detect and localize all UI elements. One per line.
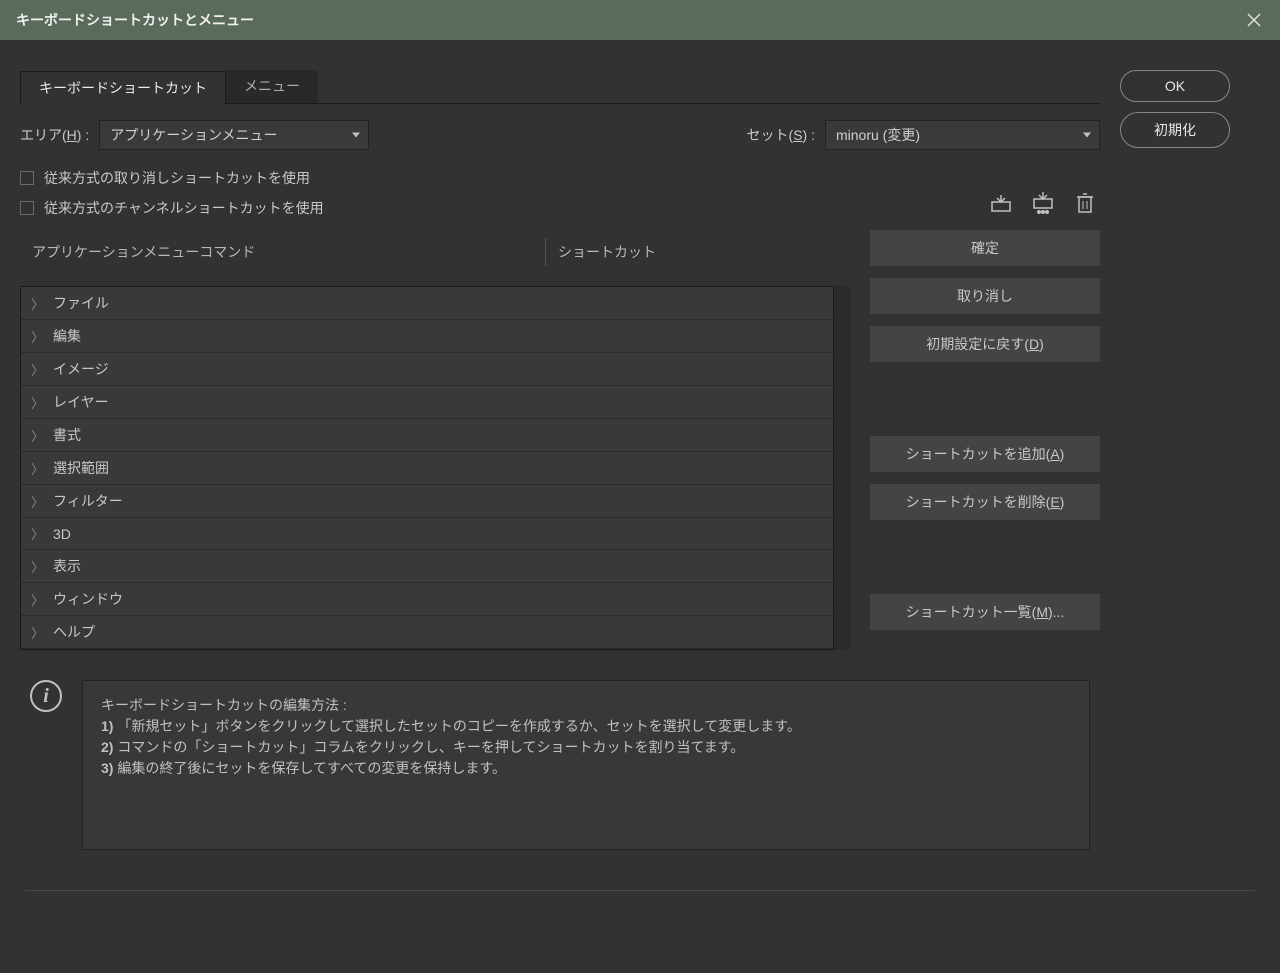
tree-row-type[interactable]: 〉書式 (21, 419, 833, 452)
shortcut-summary-button[interactable]: ショートカット一覧(M)... (870, 594, 1100, 630)
tree-row-edit[interactable]: 〉編集 (21, 320, 833, 353)
chevron-right-icon: 〉 (31, 623, 45, 642)
area-select[interactable]: アプリケーションメニュー (99, 120, 369, 150)
tree-row-select[interactable]: 〉選択範囲 (21, 452, 833, 485)
tree-row-file[interactable]: 〉ファイル (21, 287, 833, 320)
scrollbar[interactable] (834, 286, 850, 650)
ok-button[interactable]: OK (1120, 70, 1230, 102)
tree-row-layer[interactable]: 〉レイヤー (21, 386, 833, 419)
cancel-button[interactable]: 取り消し (870, 278, 1100, 314)
delete-set-icon[interactable] (1074, 192, 1096, 214)
set-label: セット(S) : (747, 125, 815, 145)
defaults-button[interactable]: 初期設定に戻す(D) (870, 326, 1100, 362)
set-select[interactable]: minoru (変更) (825, 120, 1100, 150)
area-label: エリア(H) : (20, 125, 89, 145)
footer-separator (25, 890, 1255, 891)
save-as-set-icon[interactable] (990, 192, 1012, 214)
reset-button[interactable]: 初期化 (1120, 112, 1230, 148)
add-shortcut-button[interactable]: ショートカットを追加(A) (870, 436, 1100, 472)
confirm-button[interactable]: 確定 (870, 230, 1100, 266)
chevron-right-icon: 〉 (31, 360, 45, 379)
command-tree: 〉ファイル 〉編集 〉イメージ 〉レイヤー 〉書式 〉選択範囲 〉フィルター 〉… (20, 286, 834, 650)
save-set-icon[interactable] (1032, 192, 1054, 214)
chevron-right-icon: 〉 (31, 393, 45, 412)
tree-row-window[interactable]: 〉ウィンドウ (21, 583, 833, 616)
checkbox-undo[interactable] (20, 171, 34, 185)
tree-row-view[interactable]: 〉表示 (21, 550, 833, 583)
table-header: アプリケーションメニューコマンド ショートカット (20, 230, 850, 274)
tree-row-image[interactable]: 〉イメージ (21, 353, 833, 386)
titlebar: キーボードショートカットとメニュー (0, 0, 1280, 40)
tab-menus[interactable]: メニュー (226, 70, 318, 103)
chevron-right-icon: 〉 (31, 557, 45, 576)
main-area: キーボードショートカット メニュー エリア(H) : アプリケーションメニュー … (0, 40, 1280, 870)
info-text: キーボードショートカットの編集方法 : 1) 「新規セット」ボタンをクリックして… (82, 680, 1090, 850)
checkbox-undo-label: 従来方式の取り消しショートカットを使用 (44, 168, 310, 188)
chevron-right-icon: 〉 (31, 459, 45, 478)
tree-row-3d[interactable]: 〉3D (21, 518, 833, 550)
info-icon: i (30, 680, 62, 712)
window-title: キーボードショートカットとメニュー (16, 10, 254, 30)
delete-shortcut-button[interactable]: ショートカットを削除(E) (870, 484, 1100, 520)
checkbox-channel-label: 従来方式のチャンネルショートカットを使用 (44, 198, 324, 218)
tree-row-filter[interactable]: 〉フィルター (21, 485, 833, 518)
close-icon[interactable] (1244, 10, 1264, 30)
chevron-right-icon: 〉 (31, 426, 45, 445)
column-command: アプリケーションメニューコマンド (20, 238, 545, 266)
chevron-right-icon: 〉 (31, 524, 45, 543)
chevron-right-icon: 〉 (31, 590, 45, 609)
chevron-right-icon: 〉 (31, 327, 45, 346)
tabs: キーボードショートカット メニュー (20, 70, 1100, 104)
chevron-right-icon: 〉 (31, 492, 45, 511)
checkbox-channel[interactable] (20, 201, 34, 215)
column-shortcut: ショートカット (545, 238, 850, 266)
chevron-right-icon: 〉 (31, 294, 45, 313)
tree-row-help[interactable]: 〉ヘルプ (21, 616, 833, 649)
tab-shortcuts[interactable]: キーボードショートカット (20, 71, 226, 104)
